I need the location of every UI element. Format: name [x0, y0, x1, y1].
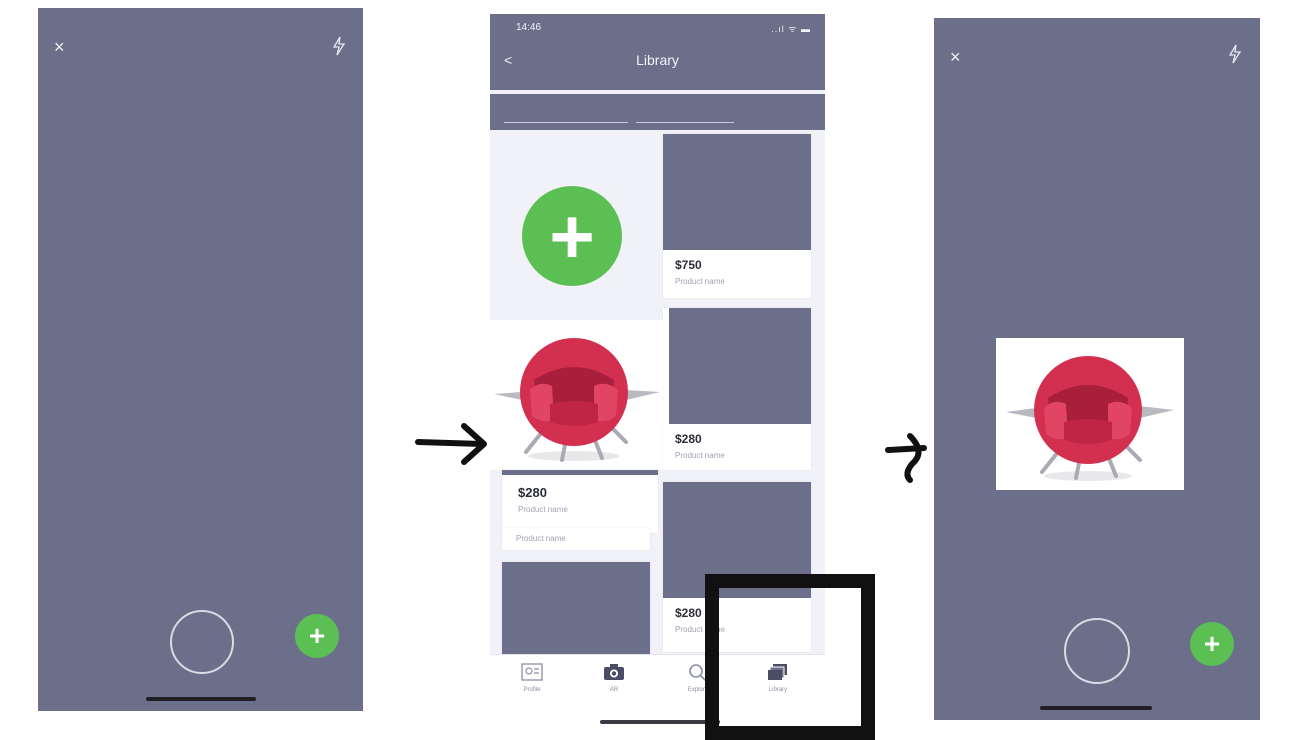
- product-price: $280: [675, 432, 702, 446]
- product-price: $750: [675, 258, 702, 272]
- product-card-3[interactable]: $280 Product name: [502, 470, 658, 533]
- tab-profile[interactable]: Profile: [502, 663, 562, 693]
- product-image: [502, 562, 650, 654]
- page-title: Library: [636, 52, 679, 68]
- close-icon[interactable]: ×: [950, 48, 961, 66]
- product-card-1[interactable]: $750 Product name: [663, 134, 811, 298]
- arrow-right-icon: [885, 433, 927, 483]
- right-camera-screen: × +: [934, 18, 1260, 720]
- product-name: Product name: [675, 451, 725, 460]
- product-name: Product name: [675, 277, 725, 286]
- segment-tab-1[interactable]: [504, 122, 628, 123]
- chair-product-tile[interactable]: [490, 320, 668, 470]
- product-price: $280: [518, 485, 547, 500]
- home-indicator: [1040, 706, 1152, 710]
- shutter-button[interactable]: [1064, 618, 1130, 684]
- segment-tab-2[interactable]: [636, 122, 734, 123]
- product-image: [669, 308, 811, 424]
- shutter-button[interactable]: [170, 610, 234, 674]
- placed-chair-preview[interactable]: [996, 338, 1184, 490]
- tab-ar[interactable]: AR: [584, 663, 644, 693]
- product-name: Product name: [518, 505, 568, 514]
- add-product-tile[interactable]: +: [490, 134, 658, 320]
- nav-header: 14:46 ..ıl ᯤ ▬ < Library: [490, 14, 825, 90]
- tab-label: AR: [609, 687, 619, 693]
- status-time: 14:46: [516, 22, 542, 33]
- product-card-2[interactable]: $280 Product name: [663, 308, 811, 470]
- product-image: [663, 134, 811, 250]
- add-button[interactable]: +: [522, 186, 622, 286]
- close-icon[interactable]: ×: [54, 38, 65, 56]
- flash-icon[interactable]: [332, 36, 346, 56]
- home-indicator: [600, 720, 720, 724]
- product-name-row[interactable]: Product name: [502, 528, 650, 550]
- tab-label: Profile: [523, 687, 541, 693]
- product-card-5[interactable]: [502, 562, 650, 654]
- segment-bar: [490, 94, 825, 130]
- arrow-right-icon: [415, 423, 487, 465]
- flash-icon[interactable]: [1228, 44, 1242, 64]
- add-button[interactable]: +: [295, 614, 339, 658]
- home-indicator: [146, 697, 256, 701]
- profile-icon: [521, 663, 543, 681]
- armchair-image: [1006, 356, 1174, 481]
- armchair-image: [494, 338, 660, 462]
- left-camera-screen: × +: [38, 8, 363, 711]
- status-icons: ..ıl ᯤ ▬: [771, 24, 811, 34]
- add-button[interactable]: +: [1190, 622, 1234, 666]
- camera-icon: [604, 664, 624, 680]
- library-tab-highlight: [705, 574, 875, 740]
- product-price: $280: [675, 606, 702, 620]
- product-name: Product name: [516, 534, 566, 543]
